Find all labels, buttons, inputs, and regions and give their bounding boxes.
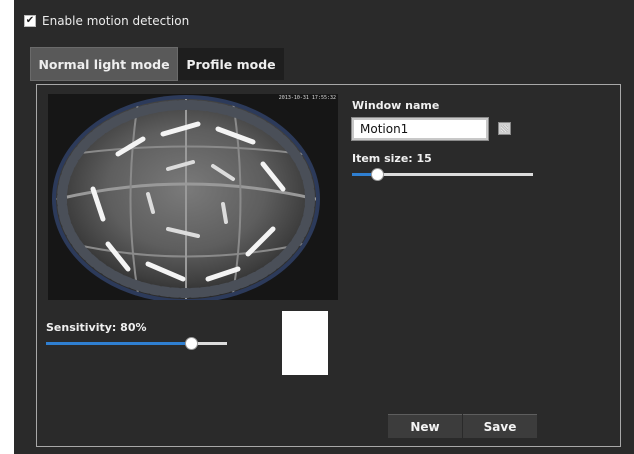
save-button[interactable]: Save — [463, 414, 537, 438]
sensitivity-label: Sensitivity: 80% — [46, 321, 147, 334]
sensitivity-slider-fill — [46, 342, 191, 345]
tab-profile-mode[interactable]: Profile mode — [178, 48, 284, 80]
camera-view[interactable]: 2013-10-31 17:55:32 — [48, 94, 338, 300]
fisheye-image — [48, 94, 338, 300]
enable-motion-row[interactable]: ✔ Enable motion detection — [24, 13, 189, 29]
camera-timestamp: 2013-10-31 17:55:32 — [278, 95, 336, 101]
item-size-label: Item size: 15 — [352, 152, 432, 165]
new-button[interactable]: New — [388, 414, 462, 438]
sensitivity-preview-box — [282, 311, 328, 375]
enable-motion-checkbox[interactable]: ✔ — [24, 15, 36, 27]
tab-normal-light-mode[interactable]: Normal light mode — [30, 47, 178, 81]
sensitivity-slider-handle[interactable] — [184, 337, 198, 350]
window-name-label: Window name — [352, 99, 440, 112]
enable-motion-label: Enable motion detection — [42, 14, 190, 28]
window-name-input[interactable] — [351, 117, 489, 141]
sensitivity-slider[interactable] — [46, 342, 227, 345]
color-swatch-icon[interactable] — [498, 122, 511, 135]
